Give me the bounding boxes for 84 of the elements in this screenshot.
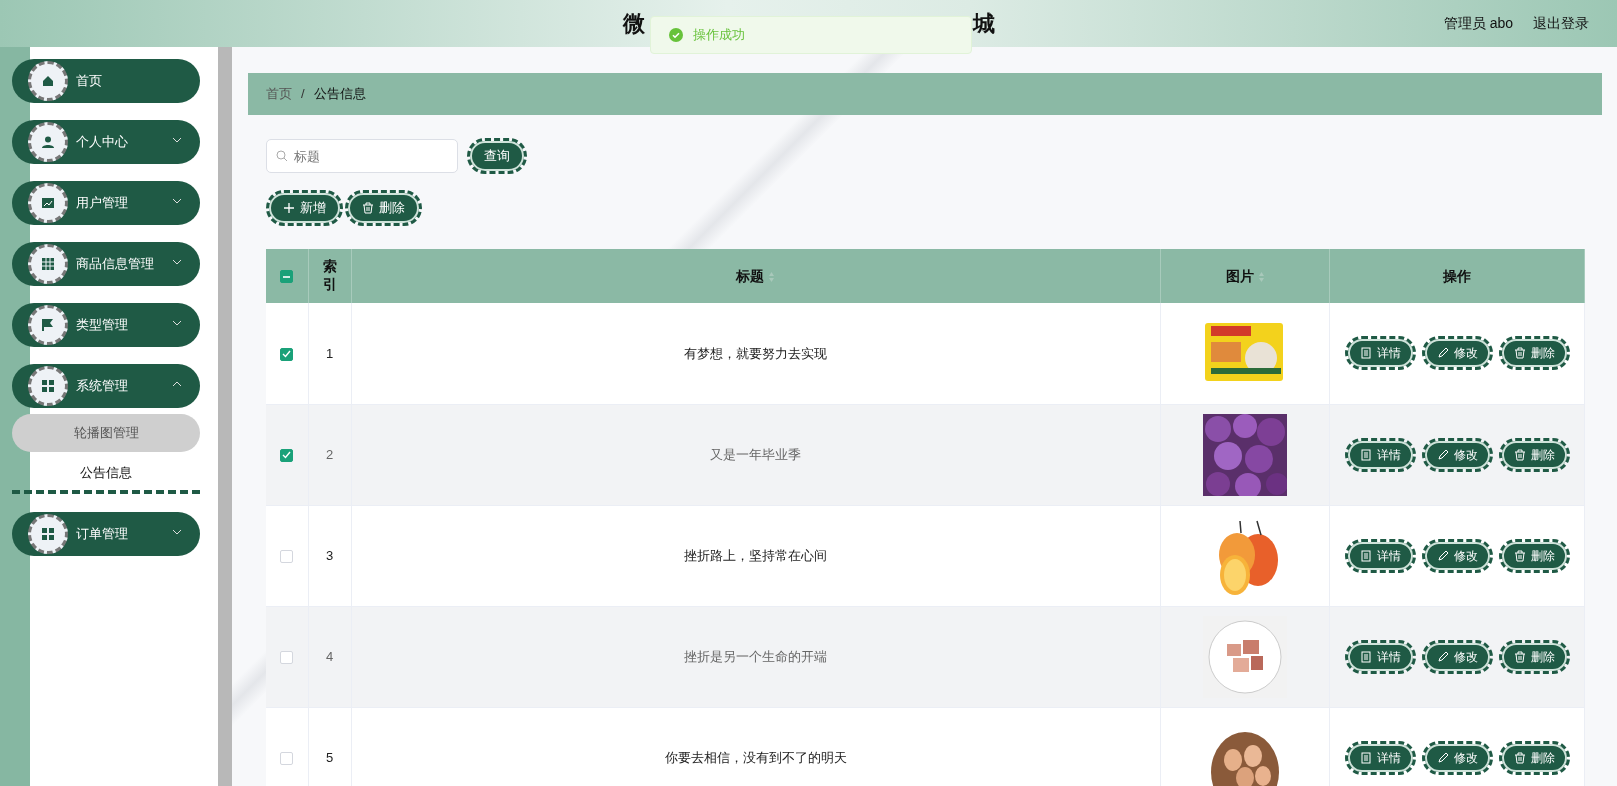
search-button[interactable]: 查询	[470, 141, 524, 171]
column-header: 操作	[1443, 267, 1471, 284]
checkbox[interactable]	[280, 347, 294, 361]
edit-button[interactable]: 修改	[1424, 541, 1490, 570]
detail-button[interactable]: 详情	[1347, 743, 1413, 772]
page-title: 微	[622, 10, 645, 38]
trash-icon	[1513, 751, 1526, 764]
pencil-icon	[1436, 650, 1449, 663]
detail-button[interactable]: 详情	[1347, 440, 1413, 469]
row-index: 1	[325, 345, 334, 361]
grid-icon	[41, 527, 55, 541]
notice-title: 又是一年毕业季	[710, 446, 802, 462]
trash-icon	[1513, 549, 1526, 562]
check-icon	[282, 451, 292, 460]
delete-button[interactable]: 删除	[1501, 339, 1567, 368]
document-icon	[1359, 347, 1372, 360]
home-icon	[41, 74, 55, 88]
sidebar-item[interactable]: 商品信息管理	[12, 242, 200, 286]
check-icon	[282, 350, 292, 359]
delete-button[interactable]: 删除	[348, 193, 419, 223]
delete-button[interactable]: 删除	[1501, 541, 1567, 570]
edit-button[interactable]: 修改	[1424, 440, 1490, 469]
pencil-icon	[1436, 751, 1449, 764]
sidebar-item[interactable]: 用户管理	[12, 181, 200, 225]
user-name: 管理员 abo	[1443, 14, 1513, 33]
delete-button[interactable]: 删除	[1501, 440, 1567, 469]
sort-icon	[1257, 270, 1265, 283]
delete-button[interactable]: 删除	[1501, 743, 1567, 772]
breadcrumb-item: 公告信息	[313, 85, 366, 104]
sidebar-item[interactable]: 订单管理	[12, 512, 200, 556]
breadcrumb-item[interactable]: 首页	[266, 84, 292, 104]
pencil-icon	[1436, 448, 1449, 461]
document-icon	[1359, 751, 1372, 764]
checkbox[interactable]	[280, 448, 294, 462]
grid-icon	[41, 257, 55, 271]
sidebar-item[interactable]: 首页	[12, 59, 200, 103]
sidebar-item[interactable]: 个人中心	[12, 120, 200, 164]
minus-icon	[283, 275, 291, 278]
detail-button[interactable]: 详情	[1347, 541, 1413, 570]
checkbox[interactable]	[280, 270, 294, 284]
row-index: 3	[325, 547, 334, 563]
submenu-item[interactable]: 公告信息	[12, 456, 200, 494]
document-icon	[1359, 448, 1372, 461]
column-header: 索引	[322, 256, 337, 294]
sort-icon	[768, 270, 776, 283]
notice-title: 挫折是另一个生命的开端	[684, 648, 828, 664]
trash-icon	[362, 202, 374, 214]
flag-icon	[41, 318, 55, 332]
row-index: 2	[325, 446, 334, 462]
page-title: 城	[972, 10, 995, 38]
detail-button[interactable]: 详情	[1347, 339, 1413, 368]
detail-button[interactable]: 详情	[1347, 642, 1413, 671]
pencil-icon	[1436, 347, 1449, 360]
document-icon	[1359, 650, 1372, 663]
plus-icon	[283, 202, 295, 214]
sidebar-item[interactable]: 系统管理	[12, 364, 200, 408]
logout-link[interactable]: 退出登录	[1533, 0, 1589, 47]
breadcrumb-separator: /	[301, 85, 305, 104]
column-header[interactable]: 图片	[1225, 267, 1254, 284]
row-index: 4	[325, 648, 334, 664]
notice-title: 你要去相信，没有到不了的明天	[664, 749, 847, 765]
document-icon	[1359, 549, 1372, 562]
toast-text: 操作成功	[693, 26, 745, 45]
delete-button[interactable]: 删除	[1501, 642, 1567, 671]
edit-button[interactable]: 修改	[1424, 339, 1490, 368]
column-header[interactable]: 标题	[736, 267, 765, 284]
trash-icon	[1513, 650, 1526, 663]
pencil-icon	[1436, 549, 1449, 562]
search-field[interactable]: 标题	[266, 139, 458, 173]
submenu-item[interactable]: 轮播图管理	[12, 414, 200, 452]
notice-title: 挫折路上，坚持常在心间	[684, 547, 828, 563]
sidebar-item[interactable]: 类型管理	[12, 303, 200, 347]
search-icon	[276, 150, 288, 162]
trash-icon	[1513, 448, 1526, 461]
grid-icon	[41, 379, 55, 393]
add-button[interactable]: 新增	[269, 193, 340, 223]
check-circle-icon	[669, 28, 683, 42]
row-index: 5	[325, 749, 334, 765]
trash-icon	[1513, 347, 1526, 360]
chart-icon	[41, 196, 55, 210]
edit-button[interactable]: 修改	[1424, 642, 1490, 671]
notice-title: 有梦想，就要努力去实现	[684, 345, 828, 361]
user-icon	[41, 135, 55, 149]
edit-button[interactable]: 修改	[1424, 743, 1490, 772]
